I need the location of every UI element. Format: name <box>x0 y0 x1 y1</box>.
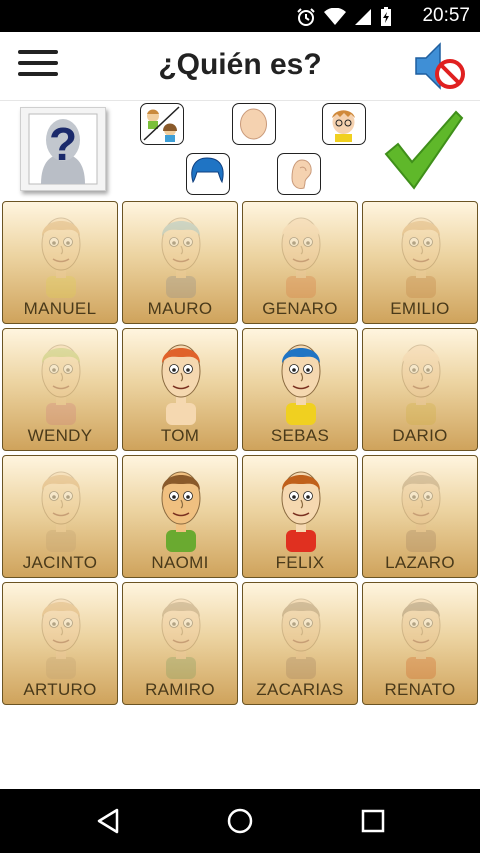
character-name: DARIO <box>392 426 448 445</box>
character-card[interactable]: JACINTO <box>2 455 118 578</box>
character-name: FELIX <box>275 553 325 572</box>
status-bar: 20:57 <box>0 0 480 32</box>
character-name: MANUEL <box>23 299 97 318</box>
mystery-character-card[interactable]: ? <box>20 107 106 191</box>
status-icons <box>296 7 392 27</box>
character-name: ARTURO <box>23 680 97 699</box>
bald-filter-button[interactable] <box>232 103 276 145</box>
hair-filter-button[interactable] <box>186 153 230 195</box>
character-card[interactable]: ZACARIAS <box>242 582 358 705</box>
character-name: GENARO <box>262 299 338 318</box>
glasses-filter-button[interactable] <box>322 103 366 145</box>
character-name: LAZARO <box>385 553 455 572</box>
character-card[interactable]: MAURO <box>122 201 238 324</box>
character-name: EMILIO <box>390 299 450 318</box>
back-icon[interactable] <box>95 807 121 835</box>
character-card[interactable]: LAZARO <box>362 455 478 578</box>
character-card[interactable]: EMILIO <box>362 201 478 324</box>
character-card[interactable]: ARTURO <box>2 582 118 705</box>
clock: 20:57 <box>422 5 470 26</box>
ears-filter-button[interactable] <box>277 153 321 195</box>
signal-icon <box>355 9 371 25</box>
question-mark-icon: ? <box>28 113 98 185</box>
wifi-icon <box>324 8 346 25</box>
character-card[interactable]: RENATO <box>362 582 478 705</box>
character-grid: MANUEL MAURO GENARO EMILIO WENDY TOM SEBAS DARI… <box>2 201 478 705</box>
recents-icon[interactable] <box>360 807 386 835</box>
character-card[interactable]: RAMIRO <box>122 582 238 705</box>
checkmark-icon <box>384 110 464 190</box>
gender-filter-icon <box>143 106 180 142</box>
character-card[interactable]: TOM <box>122 328 238 451</box>
character-portrait <box>401 471 441 552</box>
speaker-muted-icon <box>415 42 465 90</box>
character-card[interactable]: GENARO <box>242 201 358 324</box>
character-portrait <box>161 598 201 679</box>
character-name: JACINTO <box>22 553 98 572</box>
home-icon[interactable] <box>226 807 254 835</box>
bald-head-icon <box>240 108 267 140</box>
character-portrait <box>161 217 201 298</box>
character-portrait <box>281 344 321 425</box>
character-portrait <box>281 217 321 298</box>
character-portrait <box>161 344 201 425</box>
ear-icon <box>291 159 312 189</box>
character-portrait <box>401 598 441 679</box>
character-card[interactable]: SEBAS <box>242 328 358 451</box>
navigation-bar <box>0 789 480 853</box>
page-title: ¿Quién es? <box>158 48 322 81</box>
sound-toggle-button[interactable] <box>412 38 468 94</box>
character-name: WENDY <box>27 426 93 445</box>
character-portrait <box>401 344 441 425</box>
character-name: ZACARIAS <box>256 680 344 699</box>
face-with-glasses-icon <box>332 110 355 142</box>
character-portrait <box>401 217 441 298</box>
character-name: RENATO <box>384 680 456 699</box>
character-card[interactable]: NAOMI <box>122 455 238 578</box>
character-portrait <box>161 471 201 552</box>
character-card[interactable]: FELIX <box>242 455 358 578</box>
character-portrait <box>41 471 81 552</box>
character-name: MAURO <box>147 299 213 318</box>
character-portrait <box>41 217 81 298</box>
character-portrait <box>41 344 81 425</box>
app-bar: ¿Quién es? <box>0 32 480 101</box>
gender-filter-button[interactable] <box>140 103 184 145</box>
character-name: SEBAS <box>270 426 330 445</box>
character-name: NAOMI <box>151 553 209 572</box>
curly-hair-icon <box>191 157 224 184</box>
character-name: RAMIRO <box>145 680 215 699</box>
character-name: TOM <box>160 426 200 445</box>
character-card[interactable]: MANUEL <box>2 201 118 324</box>
character-card[interactable]: DARIO <box>362 328 478 451</box>
confirm-button[interactable] <box>382 108 466 192</box>
svg-text:?: ? <box>49 118 77 170</box>
character-portrait <box>281 598 321 679</box>
character-portrait <box>281 471 321 552</box>
character-portrait <box>41 598 81 679</box>
battery-charging-icon <box>381 7 391 26</box>
character-card[interactable]: WENDY <box>2 328 118 451</box>
alarm-icon <box>297 8 315 26</box>
